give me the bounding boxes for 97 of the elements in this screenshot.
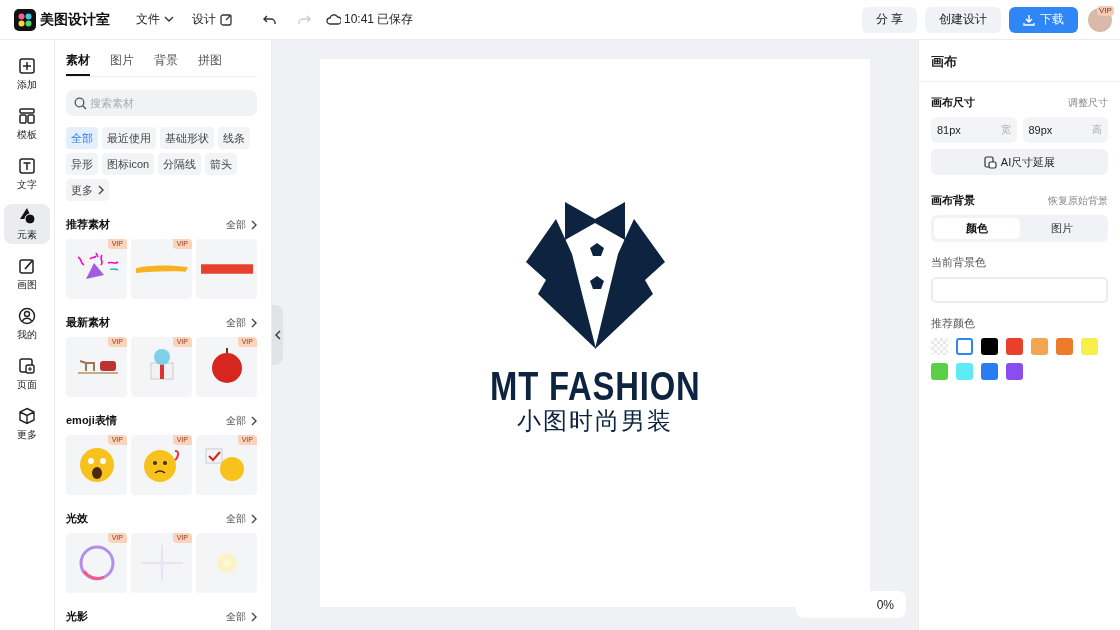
caret-icon [164,16,174,23]
tuxedo-logo-icon [525,202,665,350]
section-title: emoji表情 [66,413,117,428]
chevron-right-icon [96,185,104,195]
section-label: 画布背景 [931,193,975,208]
sidebar-item[interactable]: 模板 [4,104,50,144]
section-title: 光效 [66,511,88,526]
shapes-icon [18,206,36,225]
toolbar-button[interactable]: 创建设计 [925,6,1001,33]
view-all-link[interactable]: 全部 [226,217,257,232]
asset-thumbnail[interactable] [196,239,257,299]
more-button[interactable]: 更多 [66,179,109,201]
brush-stroke-drawing [135,264,188,274]
unit-label: 高 [1092,123,1102,137]
unit-label: 宽 [1000,123,1011,137]
page-icon [18,356,36,375]
sidebar-item[interactable]: 元素 [4,204,50,244]
section-label: 画布尺寸 [931,95,975,110]
download-button[interactable]: 下载 [1009,6,1078,33]
color-swatch[interactable] [956,338,973,355]
user-icon [18,306,36,325]
segment-tab[interactable]: 图片 [1019,218,1105,239]
chevron-right-icon [249,611,257,622]
text-icon [18,156,36,175]
collapse-handle[interactable] [272,305,283,365]
color-swatch[interactable] [1031,338,1048,355]
chevron-right-icon [249,415,257,426]
chevron-right-icon [249,317,257,328]
filter-chip[interactable]: 图标icon [102,153,155,175]
sidebar-item[interactable]: 页面 [4,354,50,394]
filter-chip[interactable]: 基础形状 [160,127,214,149]
section-title: 光影 [66,609,88,624]
cube-icon [18,406,36,425]
app-name: 美图设计室 [40,10,110,29]
toolbar-button[interactable]: 分 享 [861,6,917,33]
edit-icon [220,13,232,26]
segment-tab[interactable]: 颜色 [934,218,1020,239]
filter-chip[interactable]: 最近使用 [102,127,156,149]
sidebar-item[interactable]: 我的 [4,304,50,344]
width-field[interactable]: 81px 宽 [931,117,1017,143]
filter-chip[interactable]: 分隔线 [158,153,202,175]
panel-tab[interactable]: 拼图 [198,52,222,76]
plus-icon [18,56,36,75]
logo-title: MT FASHION [489,366,701,406]
section-title: 最新素材 [66,315,110,330]
search-field[interactable]: 搜索素材 [66,90,257,116]
filter-chip[interactable]: 箭头 [205,153,238,175]
view-all-link[interactable]: 全部 [226,413,257,428]
color-swatch[interactable] [981,338,998,355]
color-swatch[interactable] [1056,338,1073,355]
chevron-right-icon [249,513,257,524]
panel-tab[interactable]: 素材 [66,52,90,76]
zoom-control[interactable]: 0% [796,591,906,618]
pencil-icon [18,256,36,275]
undo-icon[interactable] [262,13,277,26]
field-label: 当前背景色 [931,255,987,270]
save-status: 10:41 已保存 [344,11,414,28]
redo-icon[interactable] [297,13,312,26]
color-swatch[interactable] [1081,338,1098,355]
section-title: 推荐素材 [66,217,110,232]
chevron-right-icon [249,219,257,230]
stripe-drawing [200,264,253,274]
panel-tab[interactable]: 图片 [110,52,134,76]
cloud-icon [326,13,341,26]
file-menu[interactable]: 文件 [136,11,174,28]
panel-tab[interactable]: 背景 [154,52,178,76]
sidebar-item[interactable]: 画图 [4,254,50,294]
height-field[interactable]: 89px 高 [1022,117,1108,143]
sidebar-item[interactable]: 添加 [4,54,50,94]
reset-background-link[interactable]: 恢复原始背景 [1048,193,1108,208]
color-swatch[interactable] [1006,363,1023,380]
field-label: 推荐颜色 [931,316,976,331]
panel-title: 画布 [919,40,1120,82]
color-swatch[interactable] [956,363,973,380]
color-swatch[interactable] [981,363,998,380]
search-icon [74,97,87,110]
color-swatch[interactable] [1006,338,1023,355]
view-all-link[interactable]: 全部 [226,315,257,330]
filter-chip[interactable]: 线条 [218,127,250,149]
ai-resize-button[interactable]: AI尺寸延展 [931,149,1108,175]
view-all-link[interactable]: 全部 [226,609,257,624]
download-icon [1023,13,1035,26]
asset-thumbnail[interactable] [196,533,257,593]
design-menu[interactable]: 设计 [192,11,232,28]
resize-icon [983,155,997,169]
filter-chip[interactable]: 全部 [66,127,98,149]
view-all-link[interactable]: 全部 [226,511,257,526]
logo-subtitle: 小图时尚男装 [517,406,673,436]
resize-link[interactable]: 调整尺寸 [1068,95,1108,110]
layout-icon [18,106,36,125]
filter-chip[interactable]: 异形 [66,153,98,175]
sidebar-item[interactable]: 文字 [4,154,50,194]
vip-badge: VIP [1097,5,1114,16]
color-swatch[interactable] [931,363,948,380]
sidebar-item[interactable]: 更多 [4,404,50,444]
app-logo-icon [14,8,36,31]
chevron-left-icon [274,330,281,340]
